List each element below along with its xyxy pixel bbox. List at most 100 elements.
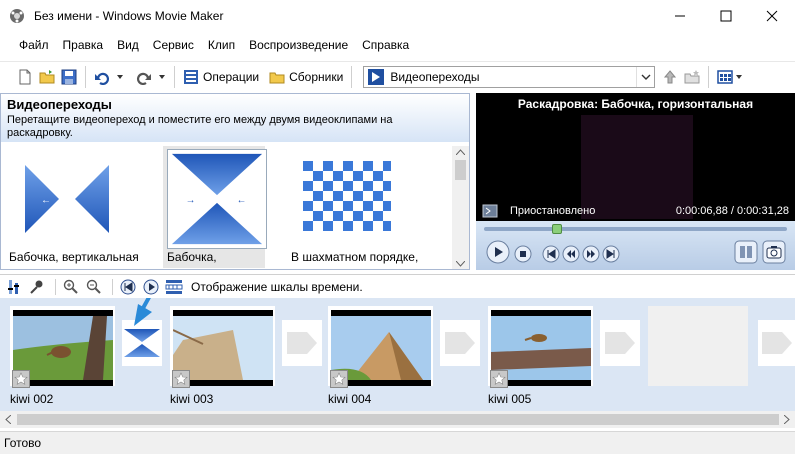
- play-storyboard-button[interactable]: [141, 277, 161, 297]
- narrate-button[interactable]: [27, 277, 47, 297]
- show-timeline-label[interactable]: Отображение шкалы времени.: [191, 280, 363, 294]
- transitions-scrollbar[interactable]: [452, 146, 469, 269]
- undo-dropdown[interactable]: [113, 65, 127, 89]
- screen-mode-icon[interactable]: [482, 204, 498, 218]
- scrollbar-thumb[interactable]: [17, 414, 779, 425]
- set-audio-levels-button[interactable]: [4, 277, 24, 297]
- collection-select-value: Видеопереходы: [390, 69, 480, 84]
- camera-icon: [762, 240, 786, 264]
- star-icon: [14, 372, 28, 385]
- menu-view[interactable]: Вид: [110, 38, 146, 52]
- toolbar-separator: [112, 278, 113, 295]
- storyboard-clip[interactable]: kiwi 005: [488, 306, 593, 406]
- menu-clip[interactable]: Клип: [201, 38, 242, 52]
- scrollbar-thumb[interactable]: [455, 160, 466, 180]
- storyboard-toolbar: Отображение шкалы времени.: [0, 274, 795, 298]
- tasks-icon: [184, 69, 198, 84]
- save-project-button[interactable]: [58, 65, 80, 89]
- storyboard-transition-slot[interactable]: [758, 320, 795, 366]
- split-icon: [734, 240, 758, 264]
- scroll-left-icon: [5, 415, 11, 424]
- maximize-button[interactable]: [703, 0, 749, 32]
- folder-icon: [269, 72, 285, 83]
- collection-select-arrow[interactable]: [636, 66, 654, 87]
- redo-button[interactable]: [133, 65, 155, 89]
- video-effects-star[interactable]: [172, 370, 190, 388]
- arrow-right-icon: [287, 332, 317, 354]
- toolbar-separator: [351, 65, 353, 88]
- views-icon: [717, 69, 734, 84]
- close-button[interactable]: [749, 0, 795, 32]
- next-frame-button[interactable]: [602, 240, 620, 264]
- views-button[interactable]: [714, 65, 746, 89]
- zoom-in-button[interactable]: [61, 277, 81, 297]
- transitions-title: Видеопереходы: [7, 97, 112, 112]
- storyboard: kiwi 002 kiwi 003 kiwi 004 kiwi 005: [0, 298, 795, 411]
- scroll-down-icon: [456, 261, 465, 267]
- video-effects-star[interactable]: [12, 370, 30, 388]
- new-project-button[interactable]: [14, 65, 36, 89]
- new-collection-button[interactable]: [681, 65, 703, 89]
- transition-butterfly-horizontal[interactable]: → ← Бабочка,: [163, 146, 287, 268]
- menu-tools[interactable]: Сервис: [146, 38, 201, 52]
- show-timeline-button[interactable]: [164, 277, 184, 297]
- transitions-icon: [368, 68, 385, 85]
- play-button[interactable]: [486, 240, 510, 264]
- storyboard-scrollbar[interactable]: [0, 411, 795, 428]
- playback-time: 0:00:06,88 / 0:00:31,28: [675, 205, 789, 217]
- rewind-button[interactable]: [562, 240, 580, 264]
- minimize-button[interactable]: [657, 0, 703, 32]
- collections-label: Сборники: [289, 69, 344, 84]
- menu-edit[interactable]: Правка: [56, 38, 111, 52]
- empty-clip-slot[interactable]: [648, 306, 748, 386]
- transition-label: Бабочка,: [167, 250, 217, 264]
- undo-button[interactable]: [91, 65, 113, 89]
- transitions-grid: ← → Бабочка, вертикальная → ← Бабочка, В…: [1, 146, 454, 269]
- chevron-down-icon: [736, 74, 743, 79]
- take-snapshot-button[interactable]: [762, 240, 786, 264]
- stop-icon: [514, 245, 532, 262]
- menu-bar: Файл Правка Вид Сервис Клип Воспроизведе…: [0, 34, 795, 56]
- seek-bar[interactable]: [484, 224, 787, 234]
- skip-back-icon: [542, 245, 560, 262]
- menu-help[interactable]: Справка: [355, 38, 416, 52]
- butterfly-vertical-thumbnail: ← →: [25, 165, 109, 233]
- storyboard-transition-slot[interactable]: [600, 320, 640, 366]
- redo-icon: [137, 72, 151, 85]
- chevron-down-icon: [641, 74, 651, 80]
- fast-forward-icon: [582, 245, 600, 262]
- clip-label: kiwi 003: [170, 392, 214, 406]
- video-effects-star[interactable]: [490, 370, 508, 388]
- collections-button[interactable]: Сборники: [266, 65, 346, 89]
- previous-frame-button[interactable]: [542, 240, 560, 264]
- transition-butterfly-vertical[interactable]: ← → Бабочка, вертикальная: [9, 146, 139, 268]
- rewind-storyboard-button[interactable]: [118, 277, 138, 297]
- fast-forward-button[interactable]: [582, 240, 600, 264]
- split-clip-button[interactable]: [734, 240, 758, 264]
- monitor-title: Раскадровка: Бабочка, горизонтальная: [517, 97, 754, 111]
- open-project-button[interactable]: [36, 65, 58, 89]
- stop-button[interactable]: [514, 240, 532, 264]
- video-effects-star[interactable]: [330, 370, 348, 388]
- menu-playback[interactable]: Воспроизведение: [242, 38, 355, 52]
- transition-label: В шахматном порядке,: [291, 250, 419, 264]
- seek-slider[interactable]: [552, 224, 562, 234]
- tasks-label: Операции: [203, 69, 260, 84]
- menu-file[interactable]: Файл: [12, 38, 56, 52]
- storyboard-clip[interactable]: kiwi 002: [10, 306, 115, 406]
- toolbar-separator: [174, 65, 175, 88]
- storyboard-transition-slot[interactable]: [282, 320, 322, 366]
- up-level-button[interactable]: [659, 65, 681, 89]
- window-title: Без имени - Windows Movie Maker: [34, 9, 224, 23]
- tasks-button[interactable]: Операции: [180, 65, 262, 89]
- new-document-icon: [19, 69, 31, 84]
- transition-label: Бабочка, вертикальная: [9, 250, 139, 264]
- storyboard-clip[interactable]: kiwi 004: [328, 306, 433, 406]
- storyboard-clip[interactable]: kiwi 003: [170, 306, 275, 406]
- player-controls: [476, 221, 795, 270]
- redo-dropdown[interactable]: [155, 65, 169, 89]
- zoom-out-button[interactable]: [84, 277, 104, 297]
- storyboard-transition-slot[interactable]: [440, 320, 480, 366]
- collection-select[interactable]: Видеопереходы: [363, 65, 656, 88]
- transition-checkerboard[interactable]: В шахматном порядке,: [291, 146, 418, 268]
